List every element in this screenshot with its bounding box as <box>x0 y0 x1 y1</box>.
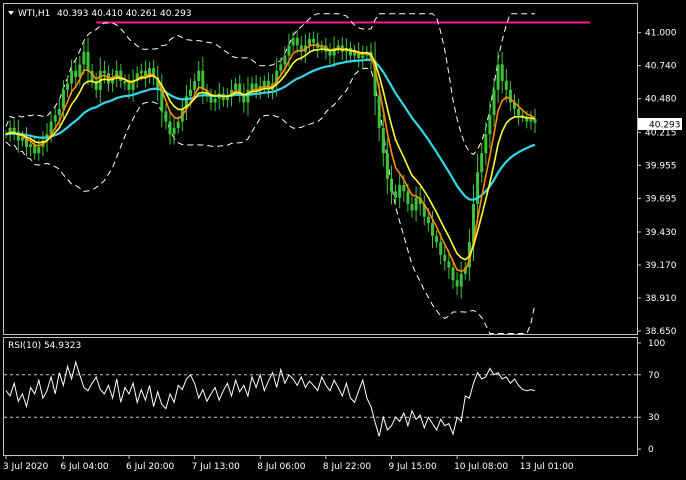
candle-body <box>279 64 283 71</box>
price-tick-label: 38.910 <box>645 294 677 304</box>
price-tick-label: 41.000 <box>645 29 677 39</box>
candle-body <box>455 280 459 287</box>
rsi-tick-label: 0 <box>648 445 654 455</box>
candle-body <box>451 267 455 281</box>
ohlc-readout: 40.393 40.410 40.261 40.293 <box>57 9 192 19</box>
chart-window: 41.000 40.740 40.480 40.215 39.955 39.695 39.4… <box>0 0 686 476</box>
time-tick-label: 13 Jul 01:00 <box>520 462 574 472</box>
candle-body <box>234 83 238 90</box>
candle-body <box>164 111 168 122</box>
candle-body <box>172 127 176 135</box>
candle-body <box>431 223 434 236</box>
candle-body <box>394 191 398 198</box>
candle-body <box>262 80 266 86</box>
candle-body <box>500 64 504 81</box>
candle-body <box>492 89 496 116</box>
time-tick-label: 6 Jul 20:00 <box>126 462 175 472</box>
rsi-tick-label: 70 <box>648 371 660 381</box>
candle-body <box>533 119 537 123</box>
price-tick-label: 40.740 <box>645 62 677 72</box>
candle-body <box>53 115 57 122</box>
candle-body <box>291 37 295 46</box>
price-tick-label: 39.695 <box>645 194 677 204</box>
candle-body <box>168 121 172 135</box>
candle-body <box>488 115 492 135</box>
candle-body <box>385 153 389 179</box>
time-tick-label: 8 Jul 22:00 <box>323 462 372 472</box>
candle-body <box>209 96 213 103</box>
candle-body <box>287 45 291 56</box>
time-tick-label: 9 Jul 15:00 <box>388 462 437 472</box>
time-tick-label: 3 Jul 2020 <box>3 462 48 472</box>
candle-body <box>529 119 533 122</box>
time-tick-label: 10 Jul 08:00 <box>454 462 508 472</box>
candle-body <box>504 80 508 90</box>
time-tick-label: 6 Jul 04:00 <box>60 462 109 472</box>
candle-body <box>361 55 365 58</box>
chart-canvas: 41.00040.74040.48040.21539.95539.69539.4… <box>0 0 686 476</box>
candle-body <box>447 261 451 268</box>
candle-body <box>66 83 69 90</box>
candle-body <box>406 191 410 205</box>
price-tick-label: 39.955 <box>645 161 677 171</box>
candle-body <box>123 80 127 84</box>
candle-body <box>312 39 316 43</box>
candle-body <box>197 70 201 81</box>
rsi-tick-label: 100 <box>648 339 665 349</box>
price-tick-label: 40.480 <box>645 95 677 105</box>
candle-body <box>484 134 488 154</box>
candle-body <box>74 70 78 78</box>
candle-body <box>517 108 521 116</box>
candle-body <box>189 89 192 97</box>
rsi-tick-label: 30 <box>648 413 660 423</box>
candle-body <box>377 96 381 128</box>
time-tick-label: 7 Jul 13:00 <box>192 462 241 472</box>
candle-body <box>29 144 33 147</box>
candle-body <box>250 83 254 90</box>
candle-body <box>61 89 65 109</box>
candle-body <box>410 204 414 211</box>
price-tick-label: 39.170 <box>645 261 677 271</box>
candle-body <box>435 235 439 243</box>
candle-body <box>381 127 385 154</box>
candle-body <box>426 216 430 224</box>
candle-body <box>480 153 484 173</box>
candle-body <box>102 70 106 74</box>
candle-body <box>37 146 41 154</box>
candle-body <box>390 178 393 192</box>
candle-body <box>57 108 61 116</box>
candle-body <box>496 64 500 90</box>
candle-body <box>70 70 74 84</box>
candle-body <box>127 83 131 90</box>
candle-body <box>328 51 332 56</box>
candle-body <box>193 80 197 90</box>
candle-body <box>443 254 447 262</box>
candle-body <box>86 51 90 71</box>
candle-body <box>295 37 299 46</box>
rsi-title: RSI(10) 54.9323 <box>8 341 81 351</box>
time-tick-label: 8 Jul 06:00 <box>257 462 306 472</box>
price-tick-label: 39.430 <box>645 228 677 238</box>
candle-body <box>414 197 418 211</box>
candle-body <box>439 242 443 255</box>
candle-body <box>398 185 402 198</box>
candle-body <box>119 70 123 81</box>
candle-body <box>402 185 406 192</box>
symbol-label: WTI,H1 <box>18 9 50 19</box>
candle-body <box>12 127 16 132</box>
candle-body <box>139 70 143 74</box>
candle-body <box>82 51 86 65</box>
candle-body <box>459 273 463 287</box>
candle-body <box>176 121 180 128</box>
current-price-label: 40.293 <box>649 121 681 131</box>
candle-body <box>308 39 311 46</box>
candle-body <box>213 98 217 103</box>
price-tick-label: 38.650 <box>645 327 677 337</box>
candle-body <box>201 70 205 90</box>
candle-body <box>283 55 287 65</box>
